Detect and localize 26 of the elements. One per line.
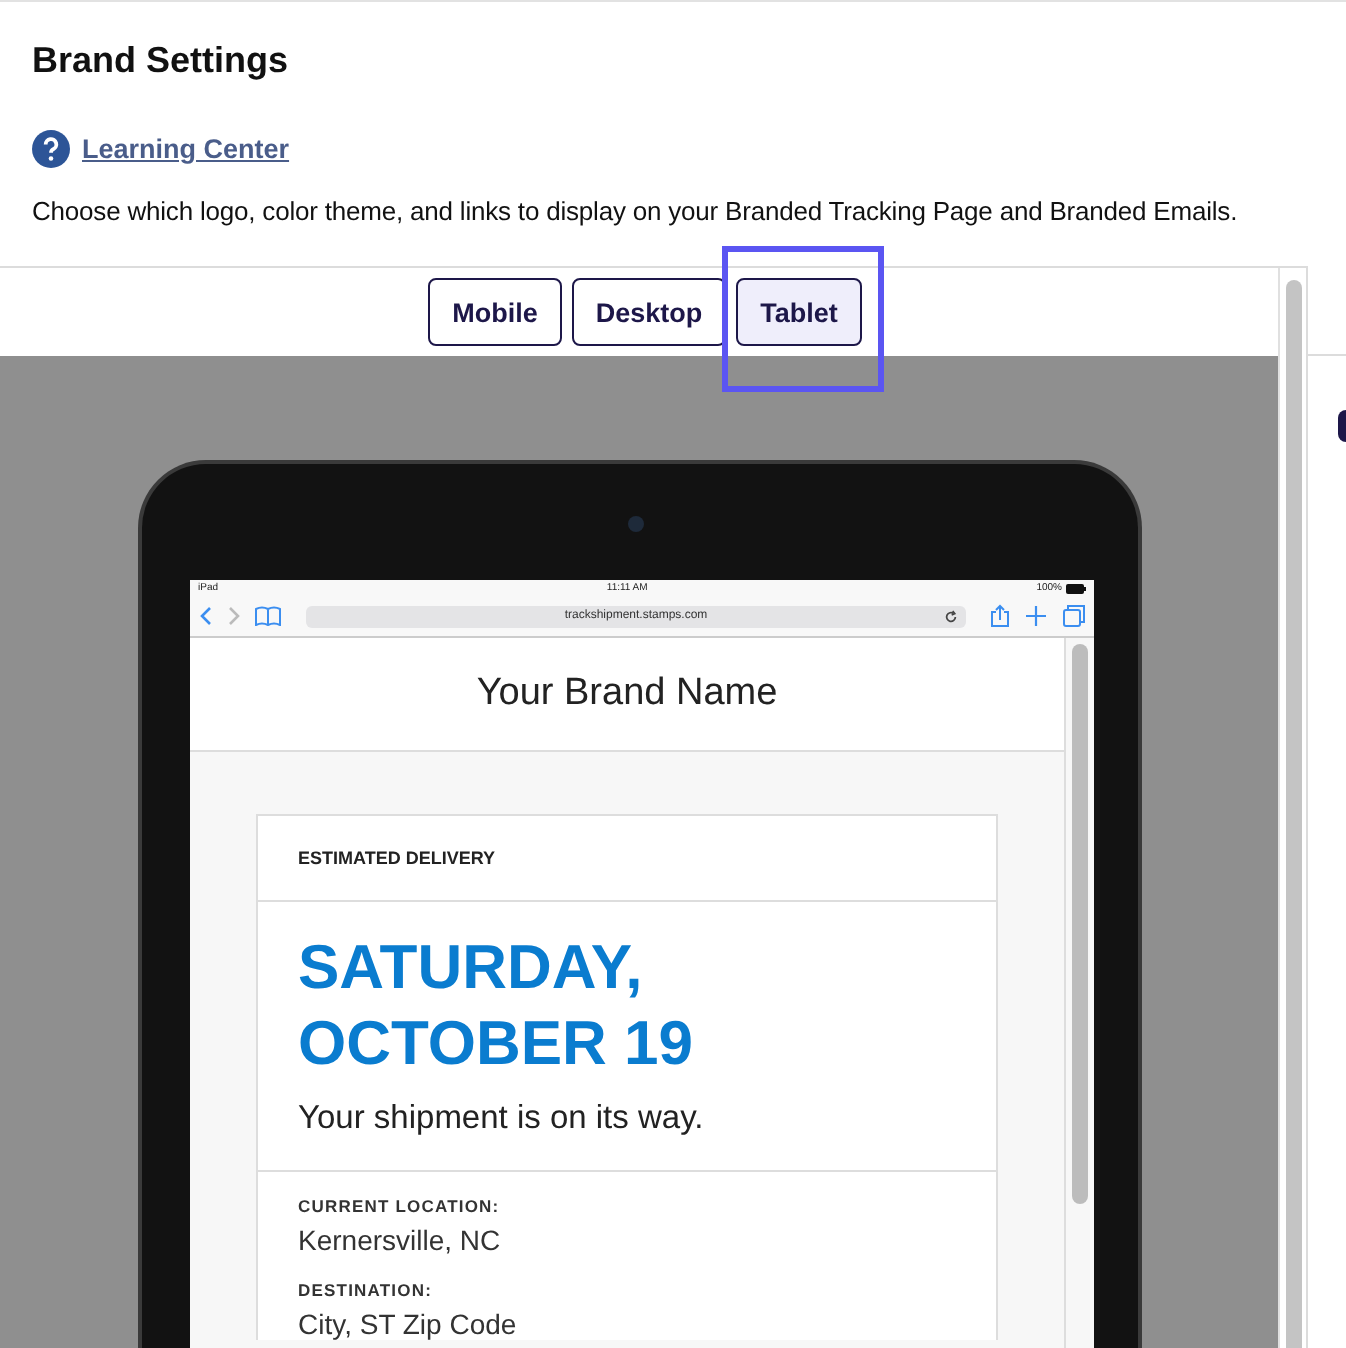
detail-label: CURRENT LOCATION: bbox=[298, 1196, 502, 1216]
learning-center-link[interactable]: Learning Center bbox=[82, 134, 290, 164]
view-tab[interactable]: Tablet bbox=[736, 278, 862, 346]
delivery-date: SATURDAY, OCTOBER 19 bbox=[298, 930, 696, 1082]
scrollbar-thumb[interactable] bbox=[1285, 280, 1302, 1348]
detail-value: City, ST Zip Code bbox=[298, 1308, 519, 1340]
camera-icon bbox=[628, 516, 644, 532]
add-icon[interactable] bbox=[1022, 604, 1050, 628]
page-title: Brand Settings bbox=[32, 38, 291, 84]
detail-value: Kernersville, NC bbox=[298, 1224, 503, 1256]
battery-icon bbox=[1065, 583, 1086, 593]
view-tab[interactable]: Mobile bbox=[428, 278, 562, 346]
brand-name: Your Brand Name bbox=[190, 638, 1064, 752]
share-icon[interactable] bbox=[990, 604, 1010, 628]
view-tab[interactable]: Desktop bbox=[571, 278, 727, 346]
forward-icon[interactable] bbox=[226, 606, 242, 626]
back-icon[interactable] bbox=[198, 606, 214, 626]
detail-label: DESTINATION: bbox=[298, 1280, 435, 1300]
help-icon bbox=[32, 130, 70, 168]
reload-icon[interactable] bbox=[944, 609, 958, 623]
description-text: Choose which logo, color theme, and links to display on your Branded Tracking Page and Branded Emails. bbox=[32, 196, 1240, 226]
tabs-icon[interactable] bbox=[1062, 604, 1086, 628]
card-heading: ESTIMATED DELIVERY bbox=[298, 846, 498, 872]
scrollbar-thumb[interactable] bbox=[1072, 644, 1088, 1204]
bookmarks-icon[interactable] bbox=[254, 606, 282, 626]
shipment-status: Your shipment is on its way. bbox=[298, 1100, 706, 1138]
